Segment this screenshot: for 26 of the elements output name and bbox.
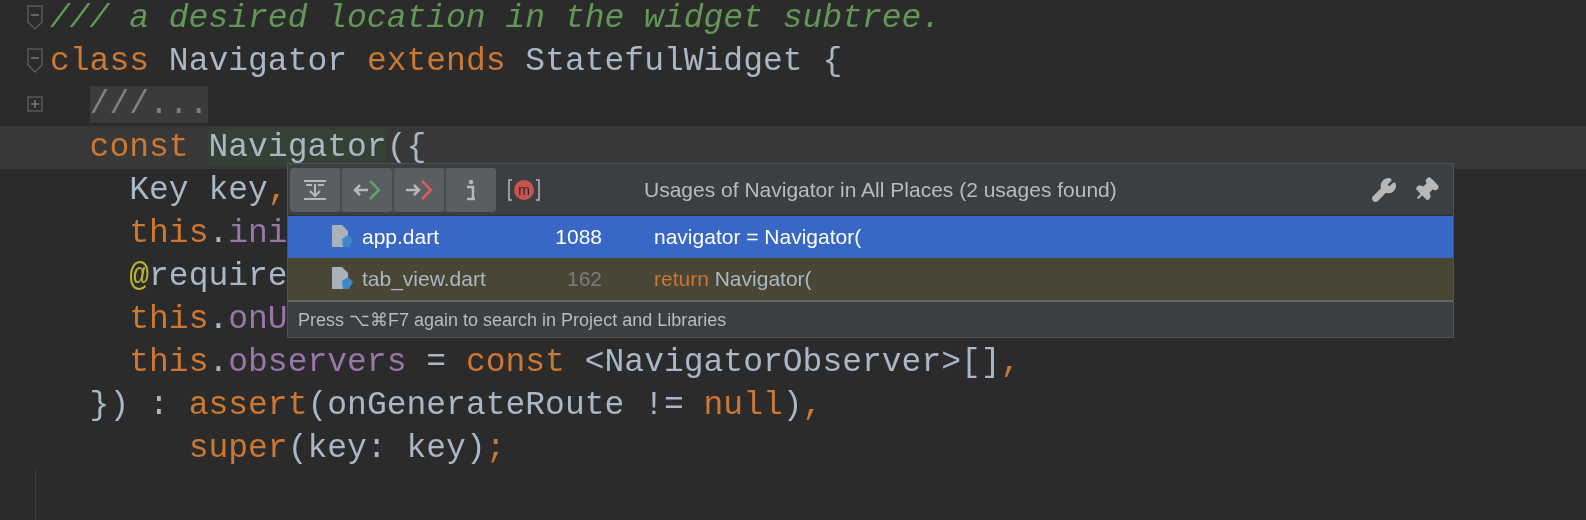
code-line: const Navigator({: [88, 128, 427, 168]
line-number: 1088: [554, 224, 602, 251]
unfold-icon[interactable]: [27, 96, 43, 112]
usage-code: return Navigator(: [654, 266, 812, 293]
line-number: 162: [565, 266, 602, 293]
usage-row[interactable]: app.dart 1088 navigator = Navigator(: [288, 216, 1453, 258]
popup-title: Usages of Navigator in All Places (2 usages found): [644, 176, 1117, 203]
fold-icon[interactable]: [27, 48, 43, 74]
fold-icon[interactable]: [27, 5, 43, 31]
code-line: }) : assert(onGenerateRoute != null),: [88, 386, 823, 426]
usage-code: navigator = Navigator(: [654, 224, 862, 251]
usage-row[interactable]: tab_view.dart 162 return Navigator(: [288, 258, 1453, 300]
code-line: class Navigator extends StatefulWidget {: [50, 42, 843, 82]
code-line: Key key,: [128, 171, 288, 211]
code-line: this.ini: [128, 214, 288, 254]
code-line: super(key: key);: [187, 429, 506, 469]
code-line: @require: [128, 257, 288, 297]
code-line: this.observers = const <NavigatorObserver>[],: [128, 343, 1021, 383]
merge-icon[interactable]: [290, 167, 340, 212]
code-line: this.onU: [128, 300, 288, 340]
file-name: app.dart: [362, 224, 441, 251]
hint-text: Press ⌥⌘F7 again to search in Project and Libraries: [298, 309, 727, 332]
settings-icon[interactable]: [1371, 176, 1397, 203]
file-name: tab_view.dart: [362, 266, 487, 293]
code-line: /// a desired location in the widget subtree.: [50, 0, 942, 39]
info-icon[interactable]: [446, 167, 496, 212]
